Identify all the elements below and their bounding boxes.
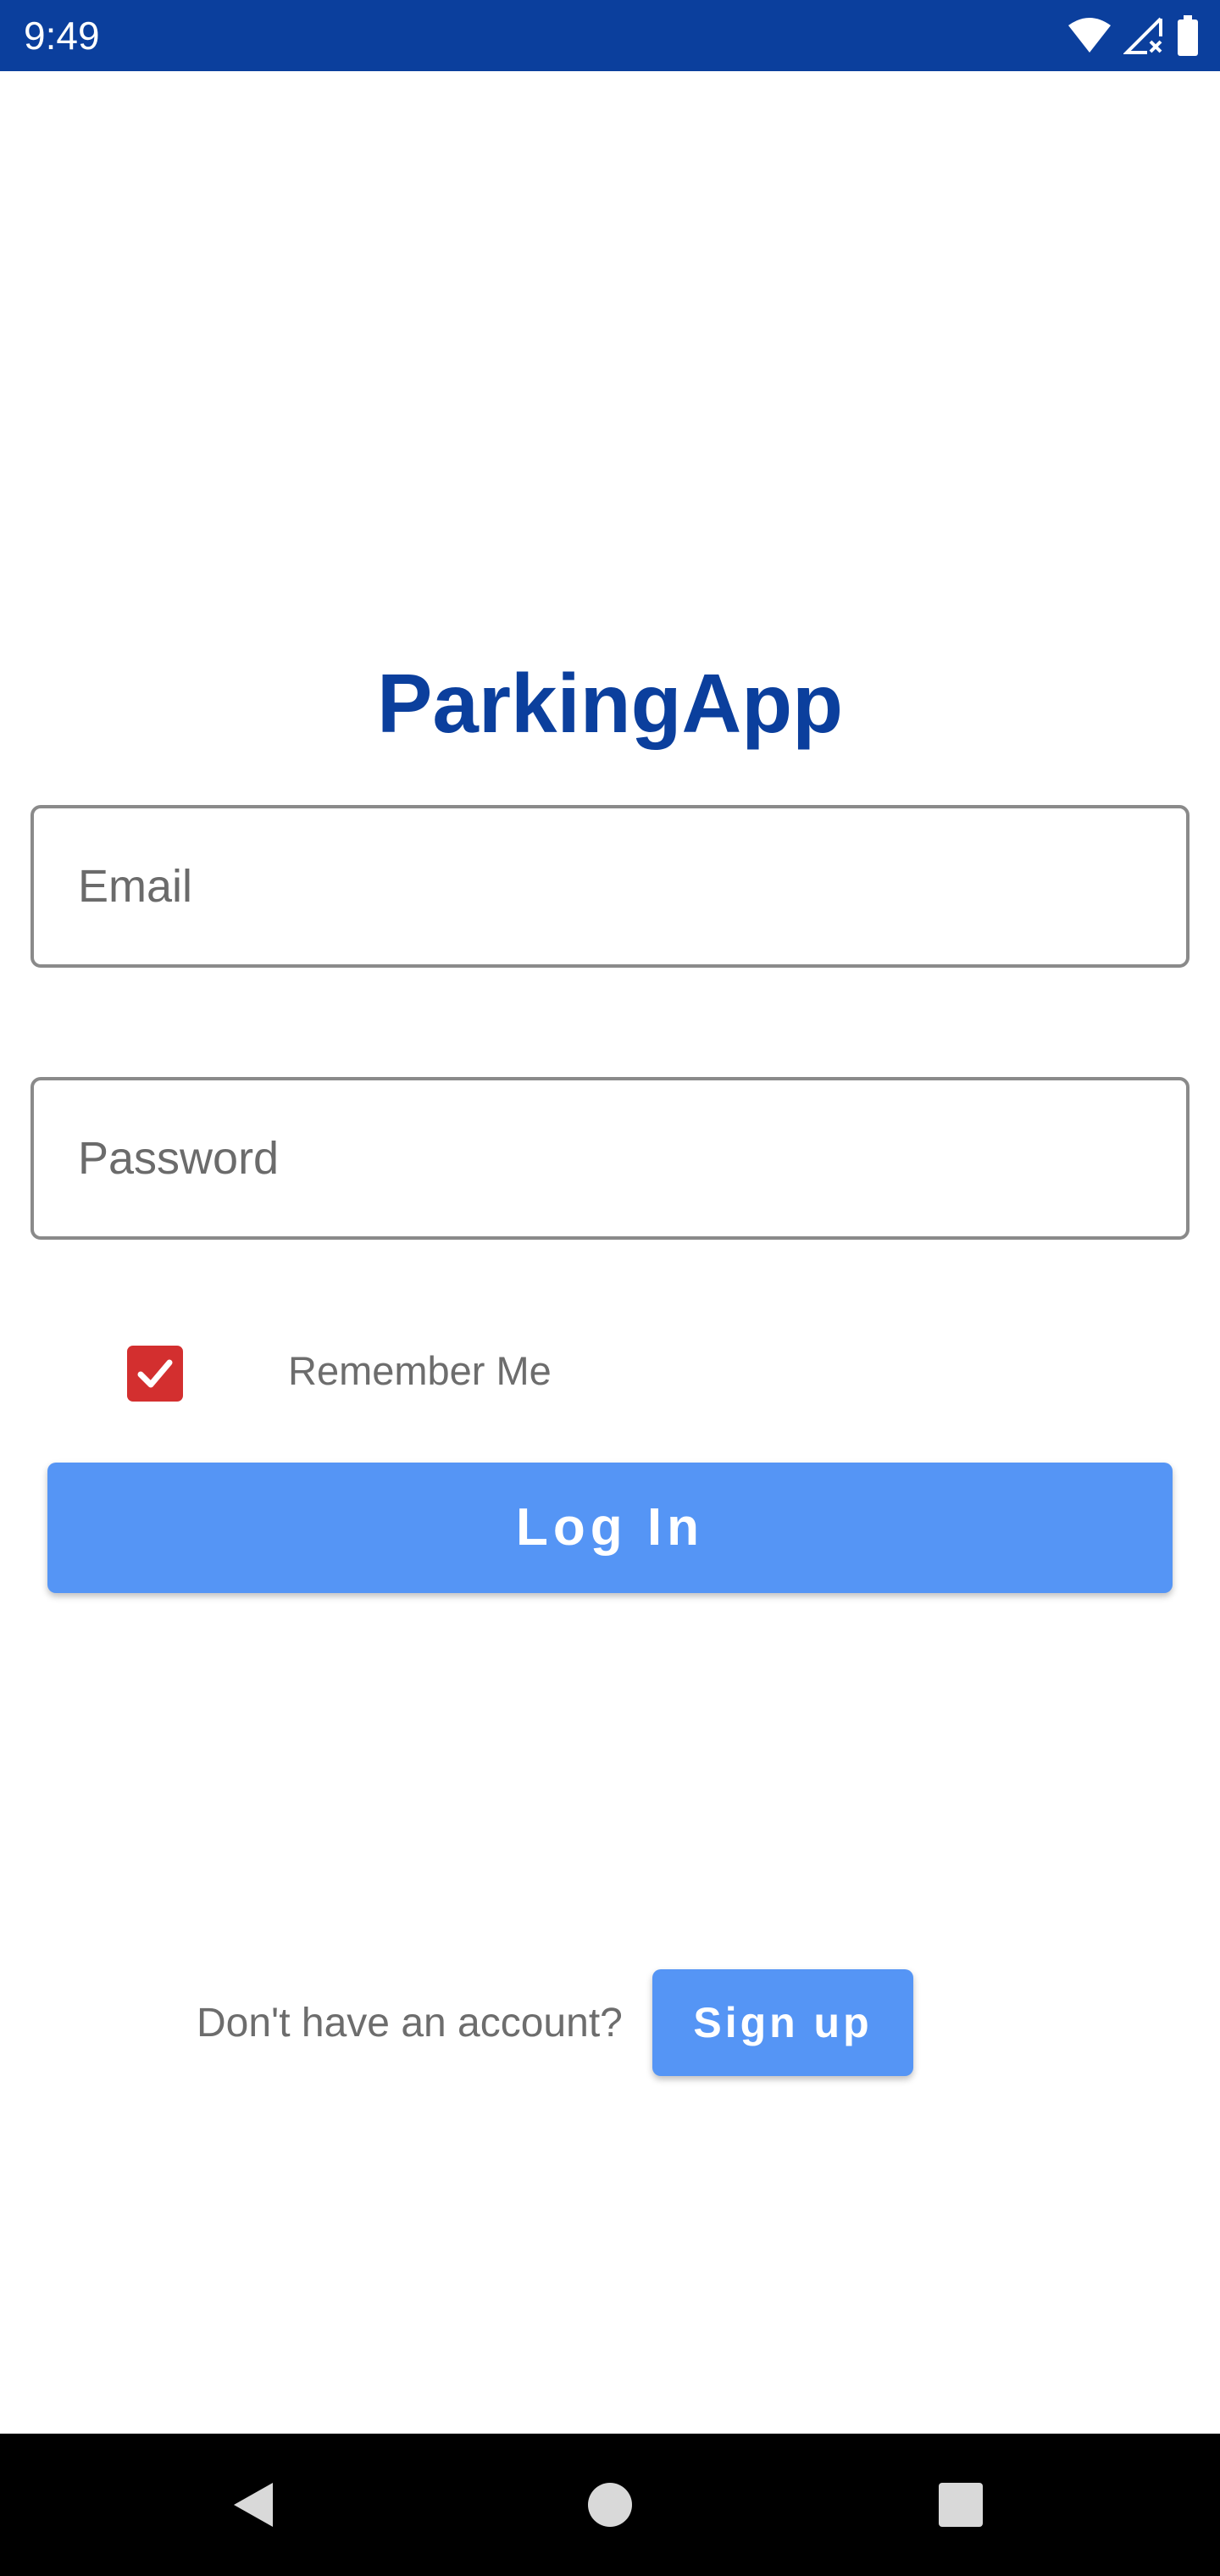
navigation-bar <box>0 2434 1220 2576</box>
signup-prompt: Don't have an account? <box>197 2001 623 2046</box>
app-title: ParkingApp <box>377 657 843 750</box>
back-icon[interactable] <box>220 2471 288 2539</box>
email-field[interactable] <box>34 808 1186 964</box>
login-button[interactable]: Log In <box>47 1463 1173 1593</box>
remember-me-label: Remember Me <box>288 1348 552 1393</box>
signal-icon <box>1123 16 1164 55</box>
password-field-container <box>30 1077 1190 1240</box>
email-field-container <box>30 805 1190 968</box>
recents-icon[interactable] <box>927 2471 995 2539</box>
login-screen: 9:49 ParkingApp Email Remember Me Log In… <box>0 0 1220 2576</box>
home-icon[interactable] <box>576 2471 644 2539</box>
status-time: 9:49 <box>24 14 100 58</box>
status-icons <box>1068 14 1200 58</box>
checkmark-icon <box>137 1359 173 1388</box>
battery-icon <box>1176 15 1200 56</box>
remember-me-checkbox[interactable] <box>127 1346 183 1402</box>
status-bar: 9:49 <box>0 0 1220 71</box>
password-field[interactable] <box>34 1080 1186 1236</box>
signup-button[interactable]: Sign up <box>652 1969 913 2076</box>
wifi-icon <box>1068 17 1112 54</box>
